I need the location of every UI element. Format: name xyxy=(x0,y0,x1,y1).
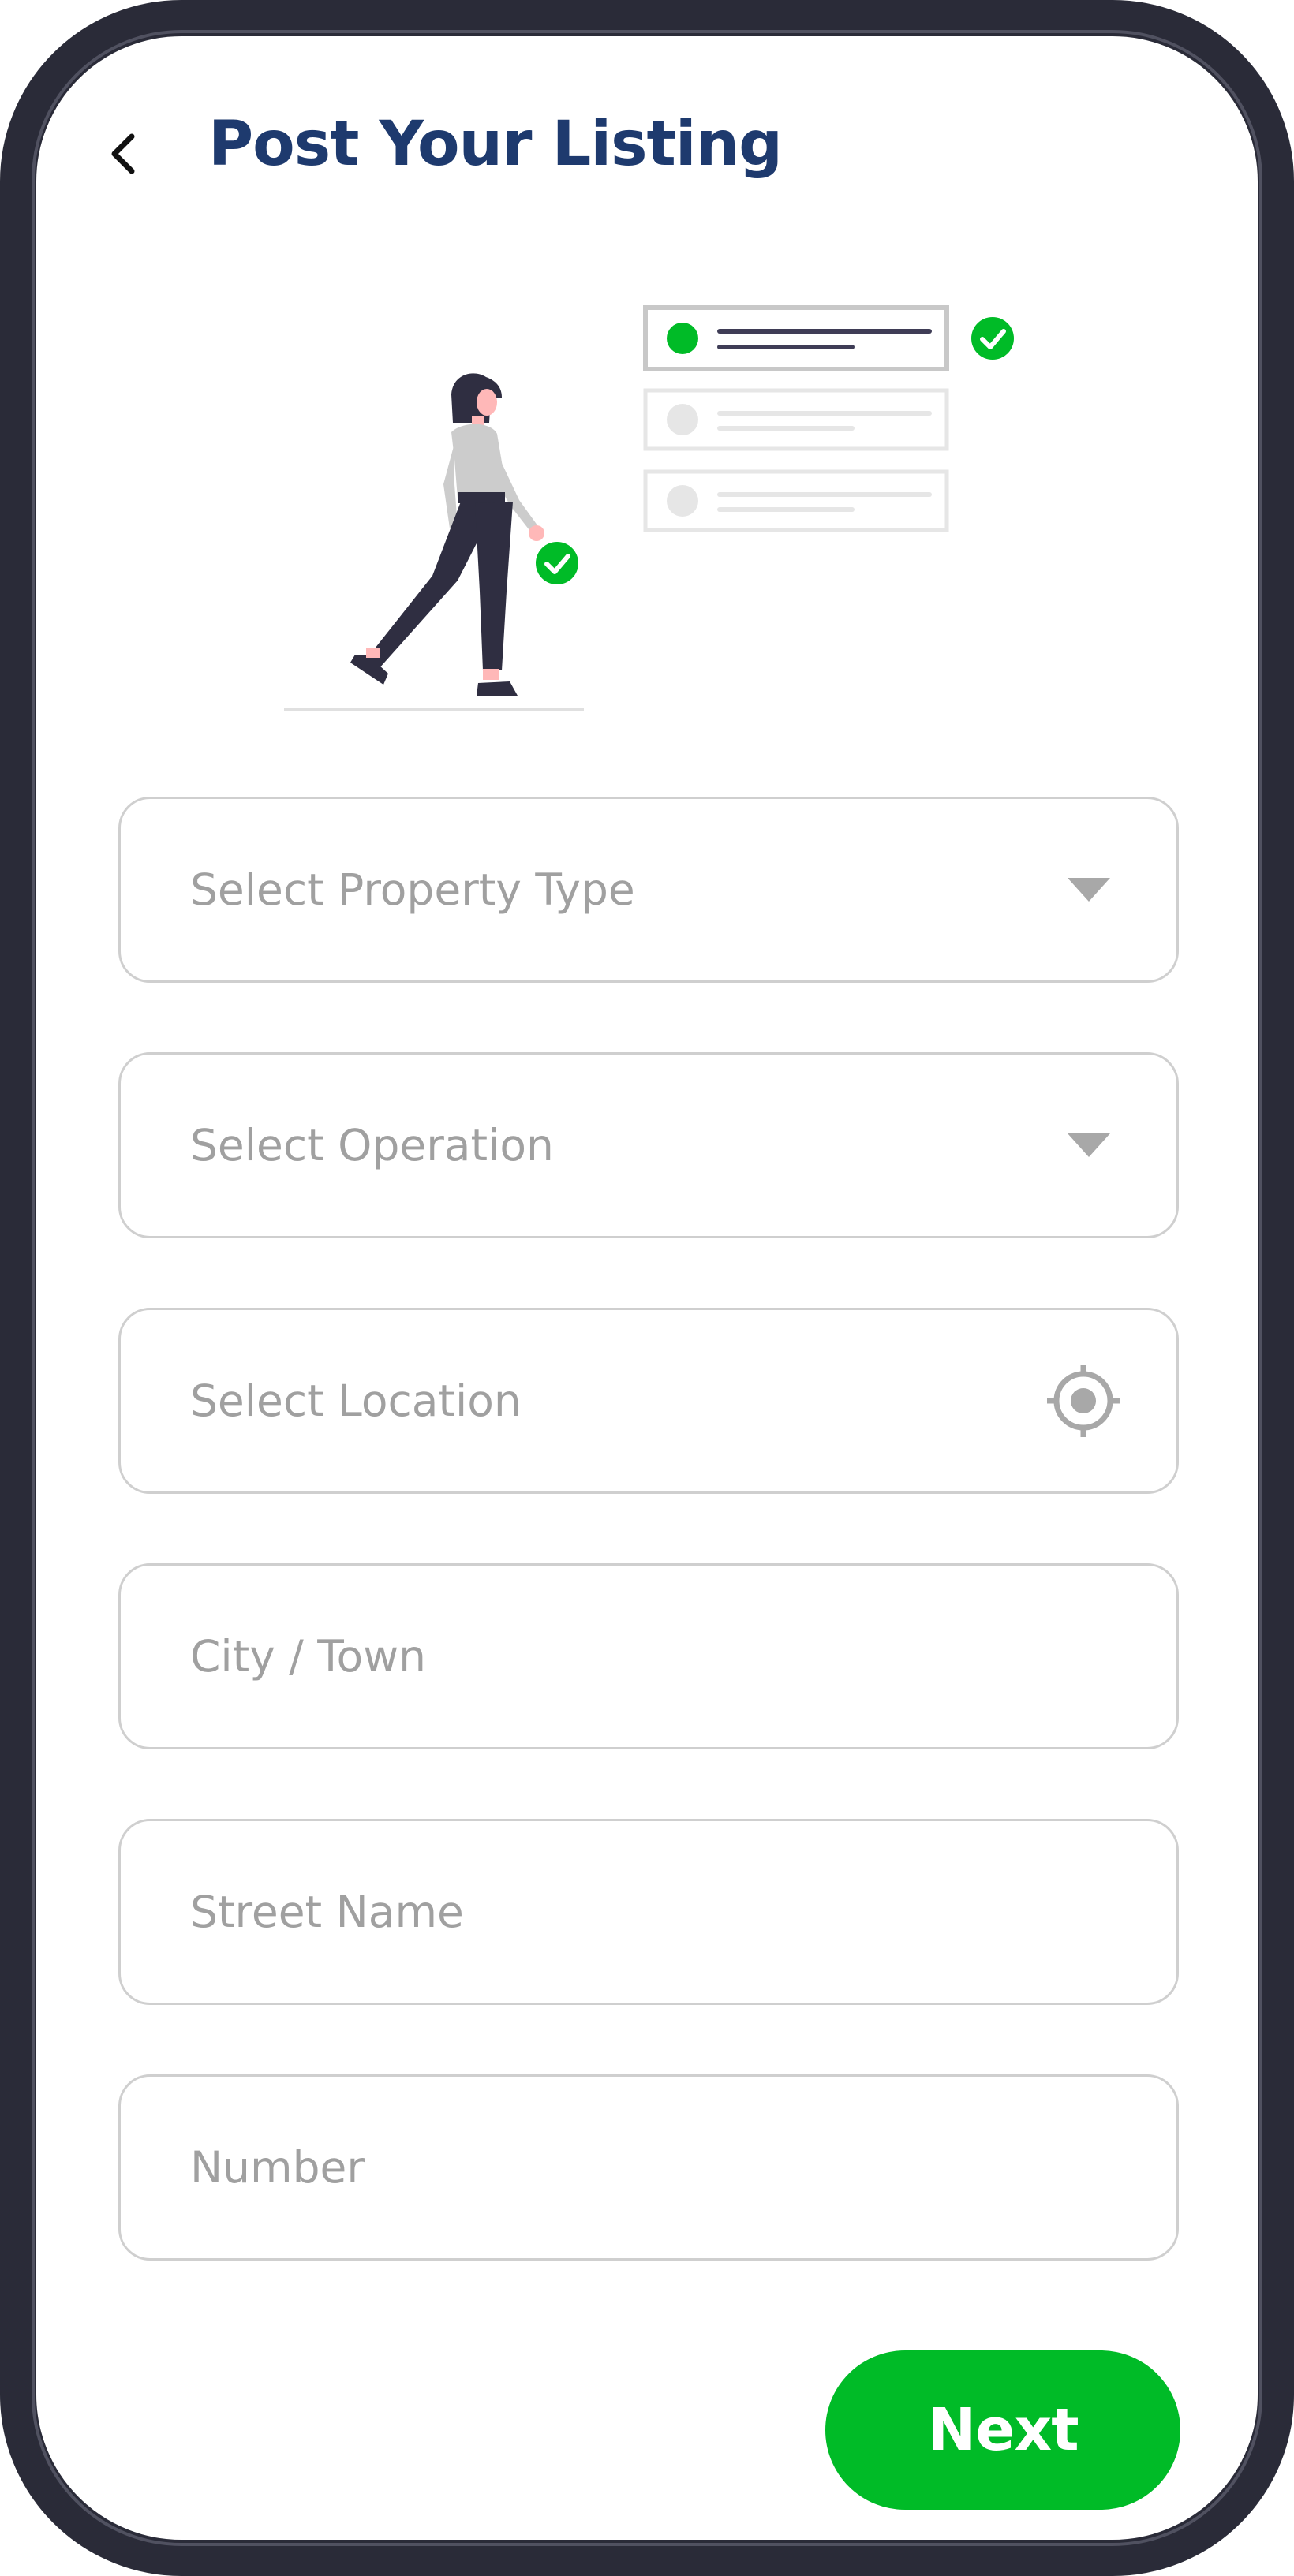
operation-placeholder: Select Operation xyxy=(190,1120,554,1170)
street-name-input[interactable]: Street Name xyxy=(118,1819,1179,2005)
street-name-placeholder: Street Name xyxy=(190,1887,464,1937)
city-town-placeholder: City / Town xyxy=(190,1631,427,1682)
back-button[interactable] xyxy=(87,103,158,205)
chevron-down-icon xyxy=(1068,878,1110,902)
location-placeholder: Select Location xyxy=(190,1376,522,1426)
person-figure xyxy=(284,373,584,711)
checklist-card-active xyxy=(643,305,949,371)
number-input[interactable]: Number xyxy=(118,2074,1179,2261)
checklist-card-pending xyxy=(643,388,949,451)
city-town-input[interactable]: City / Town xyxy=(118,1563,1179,1749)
chevron-down-icon xyxy=(1068,1133,1110,1157)
next-button-label: Next xyxy=(927,2396,1079,2464)
check-badge-icon xyxy=(536,542,578,584)
location-select[interactable]: Select Location xyxy=(118,1308,1179,1494)
property-type-placeholder: Select Property Type xyxy=(190,864,635,915)
operation-select[interactable]: Select Operation xyxy=(118,1052,1179,1238)
next-button[interactable]: Next xyxy=(825,2350,1180,2510)
page-title: Post Your Listing xyxy=(208,109,783,180)
checklist-card-pending xyxy=(643,469,949,532)
chevron-left-icon xyxy=(111,133,135,174)
checklist-illustration xyxy=(284,305,1014,711)
check-badge-icon xyxy=(971,317,1014,360)
location-target-icon[interactable] xyxy=(1047,1365,1120,1437)
property-type-select[interactable]: Select Property Type xyxy=(118,797,1179,983)
number-placeholder: Number xyxy=(190,2142,365,2193)
